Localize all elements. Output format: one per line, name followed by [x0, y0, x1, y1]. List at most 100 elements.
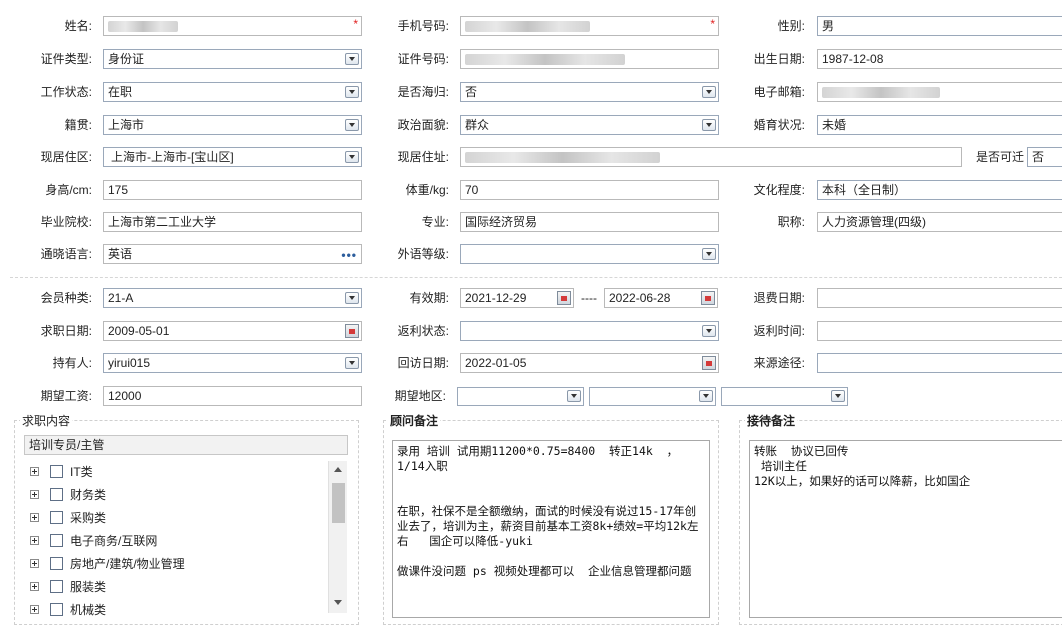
school-field[interactable]: 上海市第二工业大学: [103, 212, 362, 232]
dropdown-arrow-icon[interactable]: [345, 292, 359, 304]
dropdown-arrow-icon[interactable]: [345, 357, 359, 369]
calendar-icon[interactable]: [345, 324, 359, 338]
work-status-select[interactable]: 在职: [103, 82, 362, 102]
mobile-field[interactable]: *: [460, 16, 719, 36]
marital-value: 未婚: [822, 118, 847, 132]
dropdown-arrow-icon[interactable]: [345, 86, 359, 98]
job-seek-date-label: 求职日期:: [40, 324, 92, 338]
scroll-down-arrow-icon[interactable]: [334, 600, 342, 605]
id-number-field[interactable]: [460, 49, 719, 69]
relocatable-select[interactable]: 否: [1027, 147, 1062, 167]
expand-icon[interactable]: [30, 605, 39, 614]
expected-salary-label: 期望工资:: [40, 389, 92, 403]
id-type-select[interactable]: 身份证: [103, 49, 362, 69]
residence-area-value: 上海市-上海市-[宝山区]: [111, 150, 234, 164]
expand-icon[interactable]: [30, 536, 39, 545]
more-options-icon[interactable]: •••: [341, 246, 357, 263]
scroll-up-arrow-icon[interactable]: [334, 467, 342, 472]
dropdown-arrow-icon[interactable]: [699, 390, 713, 402]
expand-icon[interactable]: [30, 559, 39, 568]
checkbox[interactable]: [50, 488, 63, 501]
validity-from-field[interactable]: 2021-12-29: [460, 288, 574, 308]
expected-region-district-select[interactable]: [721, 387, 848, 406]
tree-item[interactable]: 采购类: [24, 507, 324, 529]
expected-region-city-select[interactable]: [589, 387, 716, 406]
rebate-time-field[interactable]: [817, 321, 1062, 341]
height-label: 身高/cm:: [45, 183, 92, 197]
native-place-select[interactable]: 上海市: [103, 115, 362, 135]
residence-address-field[interactable]: [460, 147, 962, 167]
tree-scrollbar[interactable]: [328, 461, 347, 613]
consultant-notes-textarea[interactable]: 录用 培训 试用期11200*0.75=8400 转正14k ， 1/14入职 …: [392, 440, 710, 618]
dropdown-arrow-icon[interactable]: [345, 53, 359, 65]
expand-icon[interactable]: [30, 490, 39, 499]
birth-date-field[interactable]: 1987-12-08: [817, 49, 1062, 69]
checkbox[interactable]: [50, 465, 63, 478]
major-value: 国际经济贸易: [465, 215, 538, 229]
title-field[interactable]: 人力资源管理(四级): [817, 212, 1062, 232]
checkbox[interactable]: [50, 511, 63, 524]
email-field[interactable]: [817, 82, 1062, 102]
job-content-title: 求职内容: [20, 413, 73, 429]
source-select[interactable]: [817, 353, 1062, 373]
dropdown-arrow-icon[interactable]: [702, 86, 716, 98]
expand-icon[interactable]: [30, 513, 39, 522]
dropdown-arrow-icon[interactable]: [345, 119, 359, 131]
name-field[interactable]: *: [103, 16, 362, 36]
major-label: 专业:: [421, 215, 449, 229]
job-content-selected: 培训专员/主管: [24, 435, 348, 455]
validity-from-value: 2021-12-29: [465, 291, 527, 305]
dropdown-arrow-icon[interactable]: [702, 119, 716, 131]
language-field[interactable]: 英语 •••: [103, 244, 362, 264]
expected-salary-field[interactable]: 12000: [103, 386, 362, 406]
holder-select[interactable]: yirui015: [103, 353, 362, 373]
dropdown-arrow-icon[interactable]: [702, 325, 716, 337]
education-select[interactable]: 本科（全日制）: [817, 180, 1062, 200]
tree-item-label: IT类: [70, 465, 93, 479]
tree-item[interactable]: 电子商务/互联网: [24, 530, 324, 552]
expand-icon[interactable]: [30, 467, 39, 476]
calendar-icon[interactable]: [702, 356, 716, 370]
birth-date-value: 1987-12-08: [822, 52, 884, 66]
tree-item[interactable]: IT类: [24, 461, 324, 483]
checkbox[interactable]: [50, 580, 63, 593]
residence-area-label: 现居住区:: [40, 150, 92, 164]
dropdown-arrow-icon[interactable]: [567, 390, 581, 402]
height-field[interactable]: 175: [103, 180, 362, 200]
weight-field[interactable]: 70: [460, 180, 719, 200]
calendar-icon[interactable]: [557, 291, 571, 305]
returnee-select[interactable]: 否: [460, 82, 719, 102]
rebate-status-select[interactable]: [460, 321, 719, 341]
dropdown-arrow-icon[interactable]: [702, 248, 716, 260]
dropdown-arrow-icon[interactable]: [831, 390, 845, 402]
native-place-label: 籍贯:: [64, 118, 92, 132]
language-level-select[interactable]: [460, 244, 719, 264]
major-field[interactable]: 国际经济贸易: [460, 212, 719, 232]
tree-item[interactable]: 房地产/建筑/物业管理: [24, 553, 324, 575]
tree-item[interactable]: 财务类: [24, 484, 324, 506]
checkbox[interactable]: [50, 603, 63, 616]
reception-notes-textarea[interactable]: 转账 协议已回传 培训主任 12K以上，如果好的话可以降薪，比如国企: [749, 440, 1062, 618]
residence-area-select[interactable]: 上海市-上海市-[宝山区]: [103, 147, 362, 167]
calendar-icon[interactable]: [701, 291, 715, 305]
dropdown-arrow-icon[interactable]: [345, 151, 359, 163]
tree-item[interactable]: 机械类: [24, 599, 324, 621]
checkbox[interactable]: [50, 534, 63, 547]
tree-item[interactable]: 服装类: [24, 576, 324, 598]
rebate-time-label: 返利时间:: [753, 324, 805, 338]
validity-to-field[interactable]: 2022-06-28: [604, 288, 718, 308]
work-status-value: 在职: [108, 85, 133, 99]
expand-icon[interactable]: [30, 582, 39, 591]
expected-region-province-select[interactable]: [457, 387, 584, 406]
school-value: 上海市第二工业大学: [108, 215, 217, 229]
job-seek-date-field[interactable]: 2009-05-01: [103, 321, 362, 341]
member-type-select[interactable]: 21-A: [103, 288, 362, 308]
gender-select[interactable]: 男: [817, 16, 1062, 36]
scrollbar-thumb[interactable]: [332, 483, 345, 523]
checkbox[interactable]: [50, 557, 63, 570]
marital-select[interactable]: 未婚: [817, 115, 1062, 135]
revisit-date-field[interactable]: 2022-01-05: [460, 353, 719, 373]
tree-item-label: 采购类: [70, 511, 107, 525]
political-select[interactable]: 群众: [460, 115, 719, 135]
refund-date-field[interactable]: [817, 288, 1062, 308]
